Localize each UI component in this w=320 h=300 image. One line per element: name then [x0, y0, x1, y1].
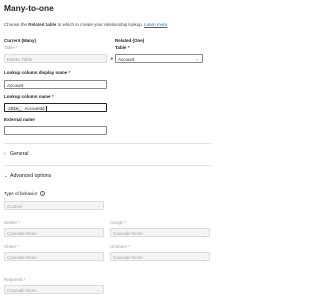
current-table-label-text: Table: [4, 45, 15, 50]
learn-more-link[interactable]: Learn more: [144, 22, 167, 27]
lookup-display-input[interactable]: Account: [4, 80, 107, 89]
info-icon[interactable]: i: [40, 191, 46, 197]
panel-title: Many-to-one: [4, 3, 54, 13]
related-table-label: Table *: [115, 45, 129, 50]
general-section-toggle[interactable]: › General: [4, 151, 28, 157]
chevron-down-icon: ⌄: [96, 254, 100, 259]
share-label-text: Share: [4, 244, 17, 249]
chevron-down-icon: ⌄: [96, 230, 100, 235]
required-marker: *: [124, 220, 127, 225]
required-marker: *: [23, 277, 26, 282]
lookup-display-value: Account: [7, 82, 24, 88]
unshare-dropdown: Cascade None ⌄: [110, 252, 210, 261]
lookup-name-input[interactable]: crt1e_ AccountId: [4, 103, 107, 112]
chevron-down-icon: ⌄: [195, 56, 199, 61]
chevron-down-icon: ⌄: [96, 287, 100, 292]
reparent-label-text: Reparent: [4, 277, 23, 282]
delete-value: Cascade None: [7, 230, 37, 236]
assign-value: Cascade None: [113, 230, 143, 236]
required-marker: *: [18, 220, 21, 225]
chevron-down-icon: ⌄: [202, 230, 206, 235]
external-name-label: External name: [4, 117, 35, 122]
chevron-down-icon: ⌄: [202, 254, 206, 259]
reparent-dropdown: Cascade None ⌄: [4, 285, 104, 294]
required-marker: *: [16, 45, 18, 50]
required-marker: *: [17, 244, 20, 249]
text-cursor: [45, 106, 47, 111]
unshare-value: Cascade None: [113, 254, 143, 260]
description-bold: Related table: [28, 22, 57, 27]
relationship-panel: Many-to-one Choose the Related table to …: [0, 0, 215, 300]
assign-label: Assign *: [110, 220, 127, 225]
description-suffix: to which to create your relationship loo…: [56, 22, 145, 27]
divider: [4, 165, 211, 166]
lookup-name-label-text: Lookup column name: [4, 94, 51, 99]
required-marker: *: [127, 45, 130, 50]
related-table-dropdown[interactable]: Account ⌄: [115, 54, 203, 63]
reparent-value: Cascade None: [7, 287, 37, 293]
delete-label-text: Delete: [4, 220, 18, 225]
lookup-display-label: Lookup column display name *: [4, 70, 70, 75]
current-table-label: Table *: [4, 45, 18, 50]
share-dropdown: Cascade None ⌄: [4, 252, 104, 261]
divider: [4, 143, 211, 144]
assign-dropdown: Cascade None ⌄: [110, 228, 210, 237]
unshare-label: Unshare *: [110, 244, 130, 249]
reparent-label: Reparent *: [4, 277, 26, 282]
lookup-name-label: Lookup column name *: [4, 94, 54, 99]
many-marker: ∗: [110, 55, 114, 61]
description: Choose the Related table to which to cre…: [4, 22, 209, 27]
advanced-section-toggle[interactable]: ⌄ Advanced options: [4, 173, 51, 179]
share-label: Share *: [4, 244, 19, 249]
publisher-prefix: crt1e_: [7, 105, 23, 111]
behavior-dropdown: Custom ⌄: [4, 201, 104, 210]
unshare-label-text: Unshare: [110, 244, 128, 249]
required-marker: *: [68, 70, 71, 75]
related-table-label-text: Table: [115, 45, 127, 50]
required-marker: *: [128, 244, 131, 249]
behavior-value: Custom: [7, 203, 23, 209]
related-heading: Related (One): [115, 38, 145, 43]
lookup-name-value: AccountId: [24, 105, 45, 111]
assign-label-text: Assign: [110, 220, 124, 225]
behavior-label-text: Type of behavior: [4, 191, 38, 196]
current-table-value: Elastic Table: [7, 56, 33, 62]
current-table-field: Elastic Table: [4, 54, 107, 63]
chevron-down-icon: ⌄: [96, 203, 100, 208]
lookup-display-label-text: Lookup column display name: [4, 70, 68, 75]
external-name-input[interactable]: [4, 126, 107, 135]
delete-label: Delete *: [4, 220, 20, 225]
general-section-label: General: [10, 151, 29, 157]
delete-dropdown: Cascade None ⌄: [4, 228, 104, 237]
current-heading: Current (Many): [4, 38, 37, 43]
description-prefix: Choose the: [4, 22, 29, 27]
required-marker: *: [51, 94, 54, 99]
advanced-section-label: Advanced options: [10, 173, 52, 179]
related-table-value: Account: [118, 56, 135, 62]
share-value: Cascade None: [7, 254, 37, 260]
behavior-label: Type of behavior i: [4, 191, 46, 197]
